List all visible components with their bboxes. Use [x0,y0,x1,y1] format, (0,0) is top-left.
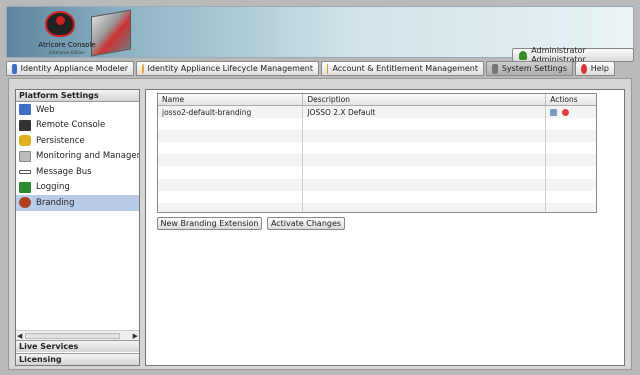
sidebar-header-live-services[interactable]: Live Services [16,340,139,352]
sidebar-item-label: Branding [36,197,75,208]
branding-content: Name Description Actions josso2-default-… [145,89,625,366]
scroll-right-icon[interactable]: ▶ [133,332,138,340]
tab-label: Identity Appliance Lifecycle Management [147,64,313,73]
account-icon [327,63,329,74]
tab-label: Account & Entitlement Management [332,64,478,73]
main-tabs: Identity Appliance Modeler Identity Appl… [6,61,634,77]
lifecycle-icon [142,63,144,74]
tab-identity-appliance-modeler[interactable]: Identity Appliance Modeler [6,61,134,76]
tab-account-entitlement[interactable]: Account & Entitlement Management [321,61,484,76]
branding-icon [19,197,31,209]
web-icon [19,104,31,116]
sidebar-item-logging[interactable]: Logging [16,180,139,196]
tab-label: System Settings [501,64,567,73]
sidebar-item-persistence[interactable]: Persistence [16,133,139,149]
sidebar-item-label: Monitoring and Management [36,151,139,162]
bus-icon [19,169,31,174]
sidebar-item-label: Web [36,104,55,115]
modeler-icon [12,63,17,74]
sidebar-header-platform-settings[interactable]: Platform Settings [16,90,139,102]
column-actions[interactable]: Actions [546,94,596,105]
tab-identity-appliance-lifecycle[interactable]: Identity Appliance Lifecycle Management [136,61,319,76]
delete-icon[interactable] [562,108,570,116]
sidebar-item-message-bus[interactable]: Message Bus [16,164,139,180]
user-icon [519,50,528,60]
sidebar-item-label: Persistence [36,135,85,146]
app-logo: Atricore Console Enterprise Edition [35,9,135,57]
sidebar-item-label: Message Bus [36,166,92,177]
sidebar-item-remote-console[interactable]: Remote Console [16,118,139,134]
table-row [158,130,596,143]
scrollbar-thumb[interactable] [25,333,120,339]
edit-icon[interactable] [550,108,558,116]
table-row [158,118,596,131]
main-panel: Platform Settings Web Remote Console Per… [8,78,632,370]
sidebar-item-monitoring[interactable]: Monitoring and Management [16,149,139,165]
activate-changes-button[interactable]: Activate Changes [267,217,345,230]
branding-grid: Name Description Actions josso2-default-… [157,93,597,213]
table-row [158,202,596,212]
column-description[interactable]: Description [303,94,547,105]
sidebar-horizontal-scrollbar[interactable]: ◀ ▶ [16,330,139,340]
user-menu-button[interactable]: Administrator Administrator [512,46,634,64]
tab-label: Identity Appliance Modeler [20,64,128,73]
new-branding-extension-button[interactable]: New Branding Extension [157,217,262,230]
app-header: Atricore Console Enterprise Edition Admi… [6,6,634,64]
tab-system-settings[interactable]: System Settings [486,61,573,76]
database-icon [19,135,31,147]
column-name[interactable]: Name [158,94,304,105]
sidebar-item-web[interactable]: Web [16,102,139,118]
table-row [158,178,596,191]
grid-body: josso2-default-branding JOSSO 2.X Defaul… [158,106,596,212]
cube-icon [91,9,131,57]
sidebar-item-label: Remote Console [36,120,106,131]
table-row [158,154,596,167]
sidebar-item-label: Logging [36,182,70,193]
settings-icon [492,63,498,74]
sidebar-header-licensing[interactable]: Licensing [16,353,139,365]
cell-name: josso2-default-branding [158,106,304,119]
sidebar-item-branding[interactable]: Branding [16,195,139,211]
table-row [158,142,596,155]
tab-help[interactable]: Help [575,61,615,76]
tab-label: Help [590,64,609,73]
monitoring-icon [19,150,31,162]
settings-sidebar: Platform Settings Web Remote Console Per… [15,89,140,366]
cell-description: JOSSO 2.X Default [303,106,547,119]
cell-actions [546,106,596,118]
console-icon [19,119,31,131]
help-icon [581,63,587,74]
scroll-left-icon[interactable]: ◀ [17,332,22,340]
logging-icon [19,181,31,193]
app-subtitle: Enterprise Edition [49,50,85,55]
app-title: Atricore Console [38,41,96,49]
table-row [158,190,596,203]
grid-header: Name Description Actions [158,94,596,106]
emblem-icon [45,11,75,37]
table-row[interactable]: josso2-default-branding JOSSO 2.X Defaul… [158,106,596,119]
table-row [158,166,596,179]
